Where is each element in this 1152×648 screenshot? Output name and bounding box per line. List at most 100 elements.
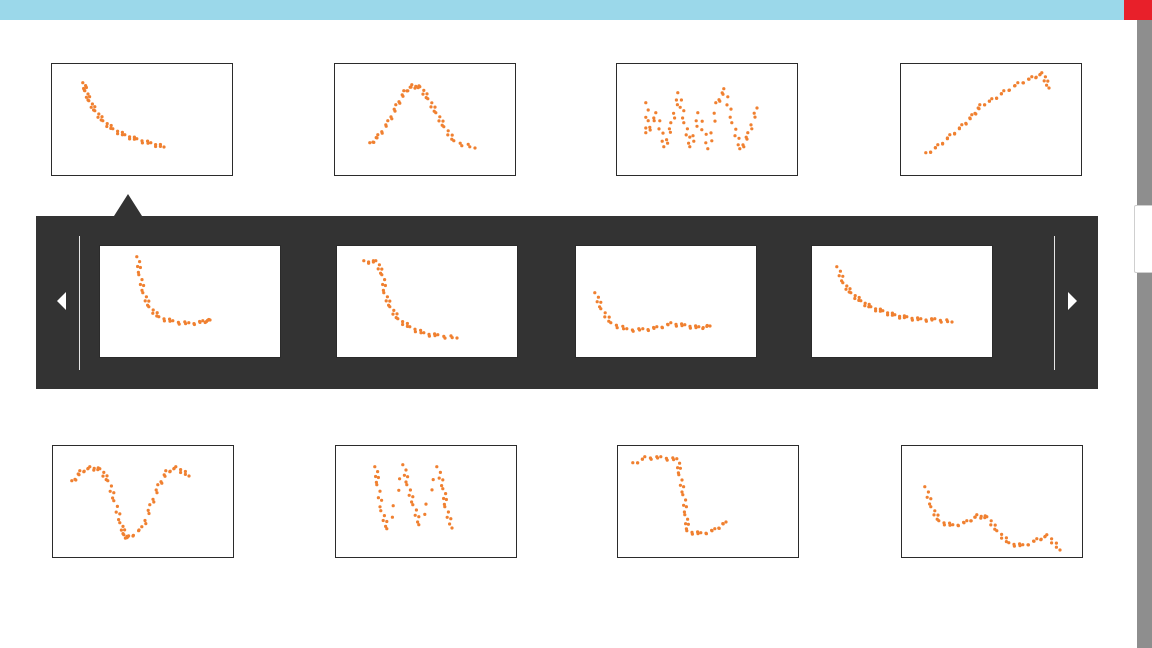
scatter-point (893, 313, 897, 317)
side-panel-tab[interactable] (1134, 205, 1152, 273)
scatter-point (383, 283, 387, 288)
scatter-point (448, 522, 452, 526)
scatter-point (368, 141, 372, 145)
scatter-point (668, 130, 672, 134)
scatter-point (154, 144, 158, 149)
chevron-right-icon (1067, 292, 1077, 310)
expanded-tray (36, 216, 1098, 389)
scatter-thumbnail[interactable] (900, 63, 1082, 176)
scatter-point (683, 323, 687, 327)
related-scatter-thumbnail[interactable] (575, 245, 757, 358)
scatter-point (685, 127, 689, 131)
scatter-point (147, 511, 151, 516)
scatter-point (426, 97, 430, 101)
scrollbar[interactable] (1137, 20, 1152, 648)
scatter-point (378, 505, 382, 509)
scatter-point (108, 489, 112, 493)
scatter-point (675, 103, 679, 107)
scatter-point (187, 321, 191, 325)
scatter-point (402, 473, 406, 477)
scatter-point (417, 523, 421, 527)
scatter-point (89, 105, 93, 109)
scatter-point (137, 273, 141, 277)
previous-button[interactable] (51, 291, 71, 311)
scatter-point (162, 473, 166, 477)
scatter-point (726, 95, 730, 99)
scatter-point (652, 326, 656, 330)
scatter-point (688, 326, 692, 330)
scatter-point (691, 134, 695, 138)
scatter-point (622, 327, 626, 331)
scatter-thumbnail[interactable] (52, 445, 234, 558)
scatter-point (1045, 83, 1049, 87)
scatter-point (437, 476, 441, 480)
scatter-point (1007, 541, 1011, 545)
scatter-point (924, 151, 928, 155)
scatter-thumbnail[interactable] (335, 445, 517, 558)
scatter-point (405, 89, 409, 93)
scatter-point (154, 488, 158, 492)
scatter-point (414, 508, 418, 512)
scatter-point (869, 305, 873, 309)
scatter-point (946, 320, 950, 324)
scatter-point (838, 269, 842, 273)
next-button[interactable] (1062, 291, 1082, 311)
scatter-point (603, 311, 607, 315)
scatter-point (989, 523, 993, 527)
scatter-point (675, 457, 679, 461)
scatter-point (720, 91, 724, 95)
scatter-point (183, 469, 187, 474)
scatter-point (384, 299, 388, 303)
scatter-point (1007, 88, 1011, 92)
scatter-point (658, 119, 662, 123)
scatter-thumbnail[interactable] (334, 63, 516, 176)
scatter-point (441, 119, 445, 123)
scatter-point (595, 300, 599, 304)
scatter-point (968, 116, 972, 120)
scatter-point (859, 299, 863, 303)
scatter-point (162, 319, 166, 323)
scatter-point (644, 131, 648, 135)
scatter-point (408, 488, 412, 492)
scatter-point (678, 483, 682, 487)
scatter-point (449, 517, 453, 521)
scatter-point (1043, 75, 1047, 79)
tray-divider (1054, 236, 1055, 370)
scatter-plot (835, 265, 954, 324)
scatter-thumbnail[interactable] (616, 63, 798, 176)
scatter-point (385, 295, 389, 299)
scatter-point (712, 111, 716, 115)
scatter-point (704, 141, 708, 145)
scatter-point (407, 493, 411, 497)
scatter-point (380, 267, 384, 271)
scatter-point (389, 115, 393, 119)
scatter-thumbnail[interactable] (901, 445, 1083, 558)
scatter-point (398, 477, 402, 481)
scatter-point (118, 521, 122, 525)
related-scatter-thumbnail[interactable] (99, 245, 281, 358)
scatter-thumbnail[interactable] (617, 445, 799, 558)
scatter-thumbnail[interactable] (51, 63, 233, 176)
scatter-point (990, 97, 994, 101)
scatter-point (697, 325, 701, 329)
scatter-point (730, 121, 734, 125)
scatter-point (989, 519, 993, 523)
related-scatter-thumbnail[interactable] (336, 245, 518, 358)
scatter-point (96, 115, 100, 119)
scatter-point (599, 307, 603, 311)
related-scatter-thumbnail[interactable] (811, 245, 993, 358)
scatter-point (677, 473, 681, 477)
scatter-point (660, 139, 664, 143)
scatter-point (845, 284, 849, 288)
close-button[interactable] (1124, 0, 1152, 20)
scatter-point (421, 92, 425, 96)
scatter-point (157, 315, 161, 319)
scatter-point (117, 518, 121, 522)
scatter-point (682, 510, 686, 514)
scatter-point (979, 516, 983, 520)
scatter-point (92, 468, 96, 472)
scatter-point (118, 512, 122, 516)
scatter-point (1054, 541, 1058, 545)
scatter-point (669, 121, 673, 125)
scatter-point (684, 522, 688, 526)
